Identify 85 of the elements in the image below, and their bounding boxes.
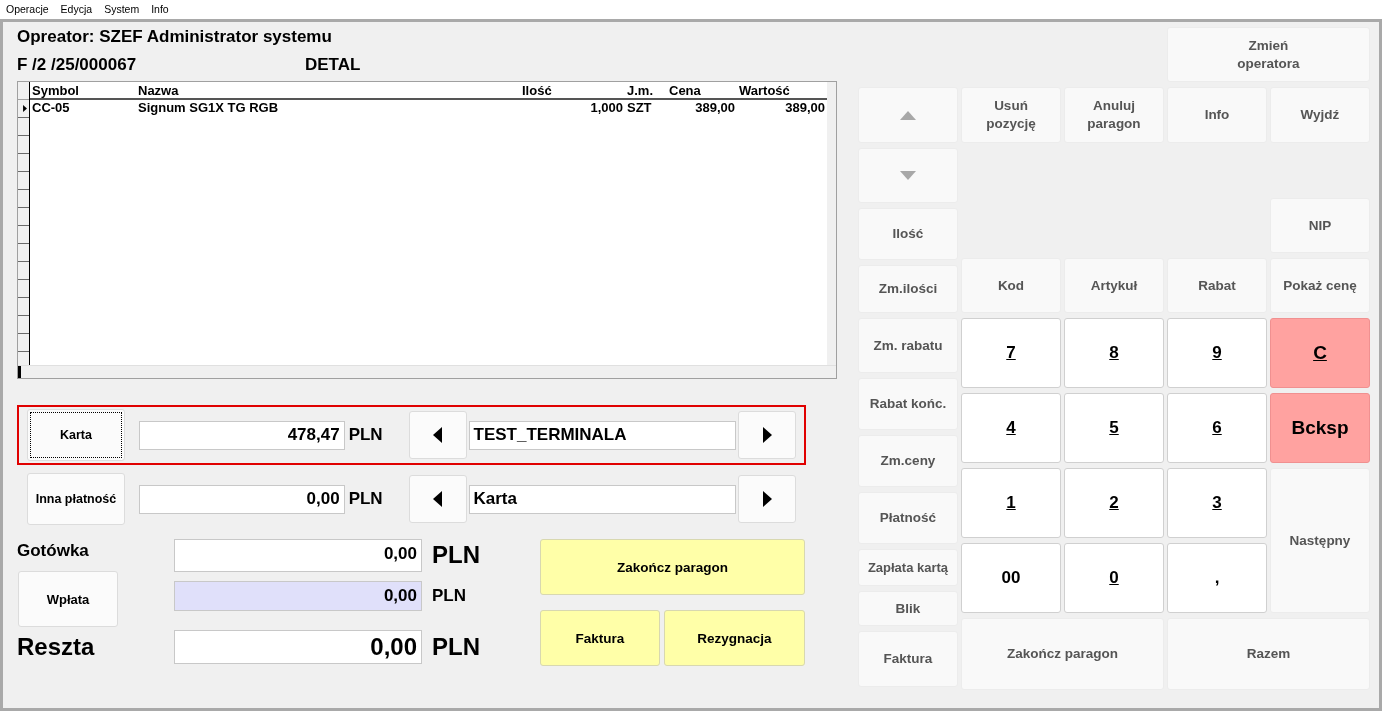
keypad-button[interactable]: Kod xyxy=(961,258,1061,313)
side-button[interactable]: Blik xyxy=(858,591,958,626)
keypad-button[interactable]: Rabat xyxy=(1167,258,1267,313)
keypad-button[interactable]: Info xyxy=(1167,87,1267,143)
keypad-button[interactable]: 8 xyxy=(1064,318,1164,388)
document-number: F /2 /25/000067 xyxy=(17,55,138,75)
keypad-button[interactable]: Usuń pozycję xyxy=(961,87,1061,143)
method-field[interactable]: TEST_TERMINALA xyxy=(468,420,736,450)
operator-title: Opreator: SZEF Administrator systemu xyxy=(17,27,333,48)
method-field[interactable]: Karta xyxy=(468,484,736,514)
column-header[interactable]: J.m. xyxy=(625,82,667,99)
side-button[interactable]: Zm. rabatu xyxy=(858,318,958,373)
deposit-field[interactable]: 0,00 xyxy=(174,581,422,611)
payment-button[interactable]: Inna płatność xyxy=(27,473,125,525)
next-button[interactable] xyxy=(738,411,796,459)
keypad-button[interactable]: Zmień operatora xyxy=(1167,27,1370,82)
previous-button[interactable] xyxy=(408,475,467,523)
horizontal-scrollbar[interactable] xyxy=(18,365,836,378)
currency-label: PLN xyxy=(432,633,481,661)
change-label: Reszta xyxy=(17,633,96,661)
down-arrow-icon xyxy=(900,171,916,180)
table-cell: SZT xyxy=(625,99,667,115)
left-arrow-icon xyxy=(433,427,442,443)
keypad-button[interactable]: Razem xyxy=(1167,618,1370,690)
up-arrow-icon xyxy=(900,110,916,120)
keypad-button[interactable]: 00 xyxy=(961,543,1061,613)
side-button[interactable]: Rabat końc. xyxy=(858,378,958,430)
keypad-button[interactable]: Następny xyxy=(1270,468,1370,613)
currency-label: PLN xyxy=(348,489,384,509)
menu-item[interactable]: Operacje xyxy=(6,3,49,15)
table-cell: 1,000 xyxy=(520,99,625,115)
side-button[interactable]: Zm.ceny xyxy=(858,435,958,487)
action-button[interactable]: Rezygnacja xyxy=(664,610,805,666)
cash-label: Gotówka xyxy=(17,540,90,561)
amount-field[interactable]: 0,00 xyxy=(139,484,345,514)
keypad-button[interactable]: Anuluj paragon xyxy=(1064,87,1164,143)
payment-button[interactable]: Karta xyxy=(27,409,125,461)
action-button[interactable]: Faktura xyxy=(540,610,660,666)
keypad-button[interactable]: 4 xyxy=(961,393,1061,463)
side-button[interactable]: Faktura xyxy=(858,631,958,687)
left-arrow-icon xyxy=(433,491,442,507)
table-cell: 389,00 xyxy=(667,99,737,115)
right-arrow-icon xyxy=(762,427,772,443)
right-arrow-icon xyxy=(762,491,772,507)
table-cell: 389,00 xyxy=(737,99,827,115)
menu-item[interactable]: System xyxy=(104,3,140,15)
keypad-button[interactable]: 3 xyxy=(1167,468,1267,538)
keypad-button[interactable]: Artykuł xyxy=(1064,258,1164,313)
keypad-button[interactable]: Zakończ paragon xyxy=(961,618,1164,690)
cash-field[interactable]: 0,00 xyxy=(174,538,422,572)
change-field[interactable]: 0,00 xyxy=(174,630,422,664)
keypad-button[interactable]: 7 xyxy=(961,318,1061,388)
side-button[interactable]: Zm.ilości xyxy=(858,265,958,313)
side-button[interactable]: Zapłata kartą xyxy=(858,549,958,586)
table-cell: Signum SG1X TG RGB xyxy=(136,99,520,115)
currency-label: PLN xyxy=(432,586,467,606)
next-button[interactable] xyxy=(738,475,796,523)
column-header[interactable]: Nazwa xyxy=(136,82,520,99)
keypad-button[interactable]: Bcksp xyxy=(1270,393,1370,463)
side-button[interactable]: Ilość xyxy=(858,208,958,260)
keypad-button[interactable]: 9 xyxy=(1167,318,1267,388)
keypad-button[interactable]: 6 xyxy=(1167,393,1267,463)
keypad-button[interactable]: 1 xyxy=(961,468,1061,538)
side-button[interactable]: Płatność xyxy=(858,492,958,544)
keypad-button[interactable]: 2 xyxy=(1064,468,1164,538)
price-type: DETAL xyxy=(305,55,361,75)
keypad-button[interactable]: Wyjdź xyxy=(1270,87,1370,143)
currency-label: PLN xyxy=(432,541,481,569)
keypad-button[interactable]: NIP xyxy=(1270,198,1370,253)
keypad-button[interactable]: C xyxy=(1270,318,1370,388)
keypad-button[interactable]: 5 xyxy=(1064,393,1164,463)
currency-label: PLN xyxy=(348,425,384,445)
menu-item[interactable]: Info xyxy=(151,3,169,15)
table-cell: CC-05 xyxy=(30,99,136,115)
keypad-button[interactable]: 0 xyxy=(1064,543,1164,613)
menu-item[interactable]: Edycja xyxy=(60,3,93,15)
column-header[interactable]: Cena xyxy=(667,82,737,99)
amount-field[interactable]: 478,47 xyxy=(139,420,345,450)
keypad-button[interactable]: Pokaż cenę xyxy=(1270,258,1370,313)
keypad-button[interactable]: , xyxy=(1167,543,1267,613)
previous-button[interactable] xyxy=(408,411,467,459)
column-header[interactable]: Symbol xyxy=(30,82,136,99)
deposit-button[interactable]: Wpłata xyxy=(18,571,118,627)
column-header[interactable]: Ilość xyxy=(520,82,625,99)
action-button[interactable]: Zakończ paragon xyxy=(540,539,805,595)
